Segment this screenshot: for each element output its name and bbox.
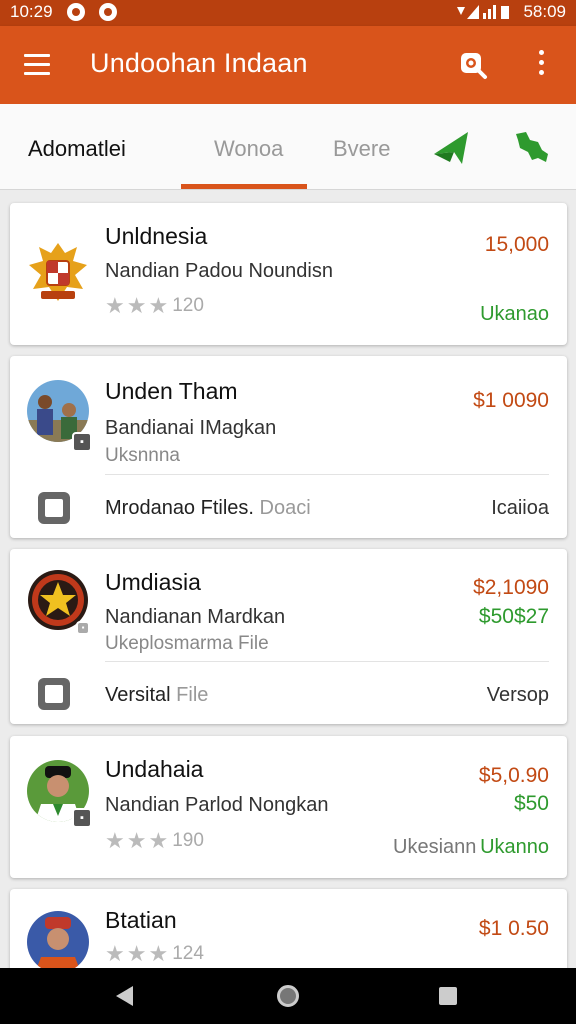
star-icon: ★ (126, 941, 147, 966)
status-label: Ukanao (480, 303, 549, 325)
card-subtitle-2: Ukeplosmarma File (105, 633, 269, 654)
file-label-muted: Doaci (259, 497, 311, 519)
file-label-text: Versital (105, 684, 171, 706)
status-label-grey: Ukesiann (393, 836, 477, 858)
card-title: Unldnesia (105, 223, 208, 249)
navigation-bar (0, 968, 576, 1024)
list-item[interactable]: ▪ Undahaia Nandian Parlod Nongkan ★ ★ ★ … (10, 736, 567, 878)
app-title: Undoohan Indaan (90, 48, 308, 78)
card-title: Umdiasia (105, 569, 201, 595)
file-label[interactable]: Mrodanao Ftiles. Doaci (105, 497, 311, 520)
back-icon[interactable] (116, 986, 133, 1006)
recent-apps-icon[interactable] (439, 987, 457, 1005)
list-item[interactable]: ▪ Unden Tham Bandianai IMagkan Uksnnna $… (10, 356, 567, 538)
card-subtitle: Bandianai IMagkan (105, 417, 277, 439)
star-icon: ★ (126, 828, 147, 853)
star-icon: ★ (105, 941, 125, 966)
file-right-label: Icaiioa (491, 497, 549, 519)
map-icon[interactable] (512, 128, 552, 168)
card-title: Btatian (105, 907, 177, 933)
person-photo-2 (27, 911, 89, 973)
rating: ★ ★ ★ 190 (105, 830, 204, 852)
price-secondary: $50$27 (478, 605, 549, 628)
rating-count: 120 (172, 295, 204, 316)
star-icon: ★ (105, 293, 125, 318)
card-subtitle: Nandianan Mardkan (105, 606, 286, 628)
status-time-left: 10:29 (10, 2, 53, 21)
price: $1 0090 (473, 389, 549, 412)
tab-wonoa[interactable]: Wonoa (214, 136, 283, 162)
status-time-right: 58:09 (523, 2, 566, 21)
home-icon[interactable] (277, 985, 299, 1007)
rating: ★ ★ ★ 124 (105, 943, 204, 965)
tab-bvere[interactable]: Bvere (333, 136, 390, 162)
card-subtitle: Nandian Padou Noundisn (105, 260, 333, 282)
tab-indicator (181, 184, 307, 189)
star-icon: ★ (148, 828, 169, 853)
file-label[interactable]: Versital File (105, 684, 208, 707)
price: $2,1090 (473, 576, 549, 599)
divider (105, 661, 549, 662)
star-icon: ★ (105, 828, 125, 853)
card-subtitle: Nandian Parlod Nongkan (105, 794, 329, 816)
list-item[interactable]: ▪ Umdiasia Nandianan Mardkan Ukeplosmarm… (10, 549, 567, 724)
file-right-label: Versop (486, 684, 549, 706)
file-label-text: Mrodanao Ftiles. (105, 497, 254, 519)
tab-adomatlei[interactable]: Adomatlei (28, 136, 126, 162)
file-label-muted: File (176, 684, 209, 706)
card-subtitle-2: Uksnnna (105, 445, 180, 466)
rating-count: 124 (172, 943, 204, 964)
more-vert-icon[interactable] (536, 50, 546, 80)
divider (105, 474, 549, 475)
tab-bar: Adomatlei Wonoa Bvere (0, 104, 576, 190)
price-secondary: $50 (513, 792, 549, 815)
file-icon (38, 492, 70, 524)
star-icon: ★ (126, 293, 147, 318)
rating: ★ ★ ★ 120 (105, 295, 204, 317)
rating-count: 190 (172, 830, 204, 851)
badge-icon: ▪ (76, 621, 90, 635)
menu-icon[interactable] (24, 54, 50, 76)
file-badge-icon: ▪ (72, 432, 92, 452)
price: $1 0.50 (478, 917, 549, 940)
emblem-icon (27, 239, 89, 301)
app-bar: Undoohan Indaan (0, 26, 576, 104)
search-icon[interactable] (458, 50, 488, 80)
notification-icon (66, 3, 85, 21)
plane-icon[interactable] (432, 128, 472, 168)
star-icon: ★ (148, 293, 169, 318)
price: $5,0.90 (478, 764, 549, 787)
card-title: Unden Tham (105, 378, 238, 404)
list-item[interactable]: Unldnesia Nandian Padou Noundisn ★ ★ ★ 1… (10, 203, 567, 345)
card-title: Undahaia (105, 756, 204, 782)
signal-icons (457, 5, 510, 19)
status-label: Ukanno (480, 836, 549, 858)
star-icon: ★ (148, 941, 169, 966)
notification-icon-2 (98, 3, 117, 21)
file-icon (38, 678, 70, 710)
file-badge-icon: ▪ (72, 808, 92, 828)
status-bar: 10:29 58:09 (0, 0, 576, 26)
price: 15,000 (484, 233, 549, 256)
